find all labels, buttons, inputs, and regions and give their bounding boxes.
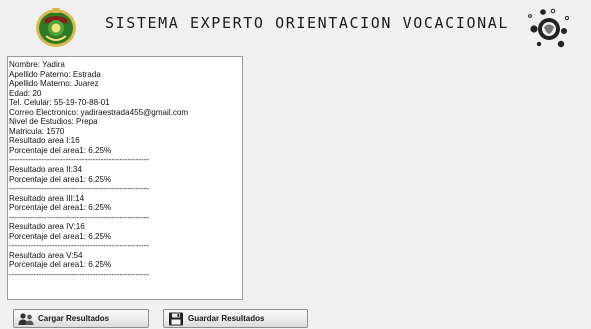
floppy-disk-icon (169, 312, 183, 325)
university-crest-icon (36, 8, 76, 47)
app-title: SISTEMA EXPERTO ORIENTACION VOCACIONAL (105, 14, 509, 32)
load-results-label: Cargar Resultados (38, 314, 110, 323)
users-icon (18, 312, 34, 325)
brain-gear-icon (528, 8, 570, 48)
save-results-label: Guardar Resultados (188, 314, 265, 323)
load-results-button[interactable]: Cargar Resultados (13, 309, 149, 328)
header: SISTEMA EXPERTO ORIENTACION VOCACIONAL (0, 0, 591, 50)
results-text: Nombre: Yadira Apellido Paterno: Estrada… (9, 60, 189, 280)
save-results-button[interactable]: Guardar Resultados (163, 309, 308, 328)
results-text-area[interactable]: Nombre: Yadira Apellido Paterno: Estrada… (7, 56, 243, 300)
